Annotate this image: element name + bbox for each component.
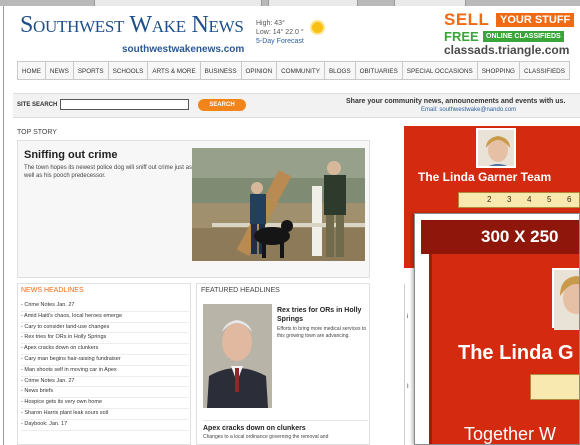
nav-arts[interactable]: ARTS & MORE <box>147 61 200 80</box>
site-url[interactable]: southwestwakenews.com <box>122 44 244 55</box>
nav-shopping[interactable]: SHOPPING <box>476 61 519 80</box>
ruler-number: 5 <box>547 195 552 204</box>
featured-photo[interactable] <box>203 304 272 408</box>
top-story-photo[interactable] <box>192 148 365 261</box>
popup-ruler-graphic <box>530 374 579 400</box>
sunny-icon <box>312 22 323 33</box>
popup-ad-footer: Together W <box>464 424 557 444</box>
ad-site-text: classads.triangle.com <box>444 43 570 57</box>
ruler-number: 4 <box>527 195 532 204</box>
news-headlines-title: NEWS HEADLINES <box>21 287 84 294</box>
weather-low: Low: 14° 22.0 ° <box>256 29 304 36</box>
featured-headlines-title: FEATURED HEADLINES <box>201 287 280 294</box>
ruler-number: 3 <box>507 195 512 204</box>
browser-tab[interactable] <box>94 0 262 6</box>
top-story-title: TOP STORY <box>17 129 57 136</box>
browser-tab[interactable] <box>268 0 358 6</box>
ruler-graphic: 2 3 4 5 6 <box>458 192 580 208</box>
popup-ad[interactable]: 300 X 250 The Linda G Together W <box>414 213 580 445</box>
headline-link[interactable]: - Crime Notes Jan. 27 <box>21 301 189 312</box>
nav-obituaries[interactable]: OBITUARIES <box>354 61 402 80</box>
ruler-number: 2 <box>487 195 492 204</box>
featured-story1-headline[interactable]: Rex tries for ORs in Holly Springs <box>277 306 367 324</box>
nav-community[interactable]: COMMUNITY <box>276 61 324 80</box>
headline-link[interactable]: - Cary to consider land-use changes <box>21 323 189 334</box>
popup-ad-name: The Linda G <box>458 342 574 364</box>
portrait-photo <box>203 304 272 408</box>
nav-classifieds[interactable]: CLASSIFIEDS <box>518 61 570 80</box>
nav-opinion[interactable]: OPINION <box>240 61 277 80</box>
ad-sell-text: SELL <box>444 10 490 29</box>
featured-headlines: FEATURED HEADLINES Rex tries for ORs in … <box>196 283 370 445</box>
weather-high: High: 43° <box>256 20 285 27</box>
headline-link[interactable]: - Hospice gets its very own home <box>21 398 189 409</box>
featured-story2-text: Changes to a local ordinance governing t… <box>203 434 329 440</box>
forecast-link[interactable]: 5-Day Forecast <box>256 38 304 45</box>
nav-home[interactable]: HOME <box>17 61 45 80</box>
headline-link[interactable]: - Crime Notes Jan. 27 <box>21 377 189 388</box>
site-logo[interactable]: Southwest Wake News <box>20 12 244 39</box>
headline-link[interactable]: - Man shoots self in moving car in Apex <box>21 366 189 377</box>
popup-ad-size-label: 300 X 250 <box>421 220 579 254</box>
main-nav: HOME NEWS SPORTS SCHOOLS ARTS & MORE BUS… <box>17 61 570 80</box>
police-dog-photo <box>192 148 365 261</box>
top-story-summary: The town hopes its newest police dog wil… <box>24 165 192 179</box>
popup-ad-body: The Linda G Together W <box>429 254 579 444</box>
browser-tab[interactable] <box>394 0 466 6</box>
headline-link[interactable]: - Daybook: Jan. 17 <box>21 420 189 431</box>
search-input[interactable] <box>60 99 189 110</box>
search-bar: SITE SEARCH SEARCH Share your community … <box>13 93 580 118</box>
weather-widget: High: 43° Low: 14° 22.0 ° 5-Day Forecast <box>256 19 304 46</box>
headline-link[interactable]: - Apex cracks down on clunkers <box>21 344 189 355</box>
nav-business[interactable]: BUSINESS <box>199 61 241 80</box>
top-story: Sniffing out crime The town hopes its ne… <box>17 140 370 278</box>
nav-sports[interactable]: SPORTS <box>72 61 108 80</box>
popup-realtor-portrait <box>554 270 579 330</box>
top-story-headline[interactable]: Sniffing out crime <box>24 149 118 161</box>
nav-special-occasions[interactable]: SPECIAL OCCASIONS <box>401 61 477 80</box>
ad-free-text: FREE <box>444 29 479 44</box>
realty-ad-name: The Linda Garner Team <box>418 170 552 184</box>
realtor-photo <box>476 128 516 168</box>
partial-glyph: i <box>407 314 409 320</box>
news-headlines: NEWS HEADLINES - Crime Notes Jan. 27 - A… <box>17 283 191 445</box>
ruler-number: 6 <box>567 195 572 204</box>
headline-link[interactable]: - Sharon Harris plant leak sours soil <box>21 409 189 420</box>
nav-news[interactable]: NEWS <box>44 61 73 80</box>
window-border <box>3 6 4 445</box>
headline-link[interactable]: - Amid Haiti's chaos, local heroes emerg… <box>21 312 189 323</box>
news-headlines-list: - Crime Notes Jan. 27 - Amid Haiti's cha… <box>21 301 189 431</box>
ad-your-stuff-text: YOUR STUFF <box>496 13 575 27</box>
headline-link[interactable]: - News briefs <box>21 387 189 399</box>
featured-story1-text: Efforts to bring more medical services t… <box>277 326 367 339</box>
page: Southwest Wake News southwestwakenews.co… <box>0 0 580 445</box>
nav-blogs[interactable]: BLOGS <box>323 61 355 80</box>
featured-story2-headline[interactable]: Apex cracks down on clunkers <box>203 420 368 432</box>
classifieds-banner-ad[interactable]: SELL YOUR STUFF FREE ONLINE CLASSIFIEDS … <box>400 10 580 60</box>
share-news-text: Share your community news, announcements… <box>346 98 566 105</box>
ad-online-text: ONLINE CLASSIFIEDS <box>483 31 564 42</box>
realtor-portrait <box>478 130 514 166</box>
partial-glyph: I <box>407 384 409 390</box>
search-button[interactable]: SEARCH <box>198 99 246 111</box>
browser-tab-strip <box>0 0 580 6</box>
search-label: SITE SEARCH <box>17 102 58 108</box>
nav-schools[interactable]: SCHOOLS <box>107 61 148 80</box>
headline-link[interactable]: - Rex tries for ORs in Holly Springs <box>21 333 189 345</box>
share-email-link[interactable]: Email: southwestwake@nando.com <box>421 107 516 113</box>
headline-link[interactable]: - Cary man begins hair-raising fundraise… <box>21 355 189 366</box>
partial-column: i I <box>404 284 414 445</box>
popup-realtor-photo <box>552 268 579 330</box>
